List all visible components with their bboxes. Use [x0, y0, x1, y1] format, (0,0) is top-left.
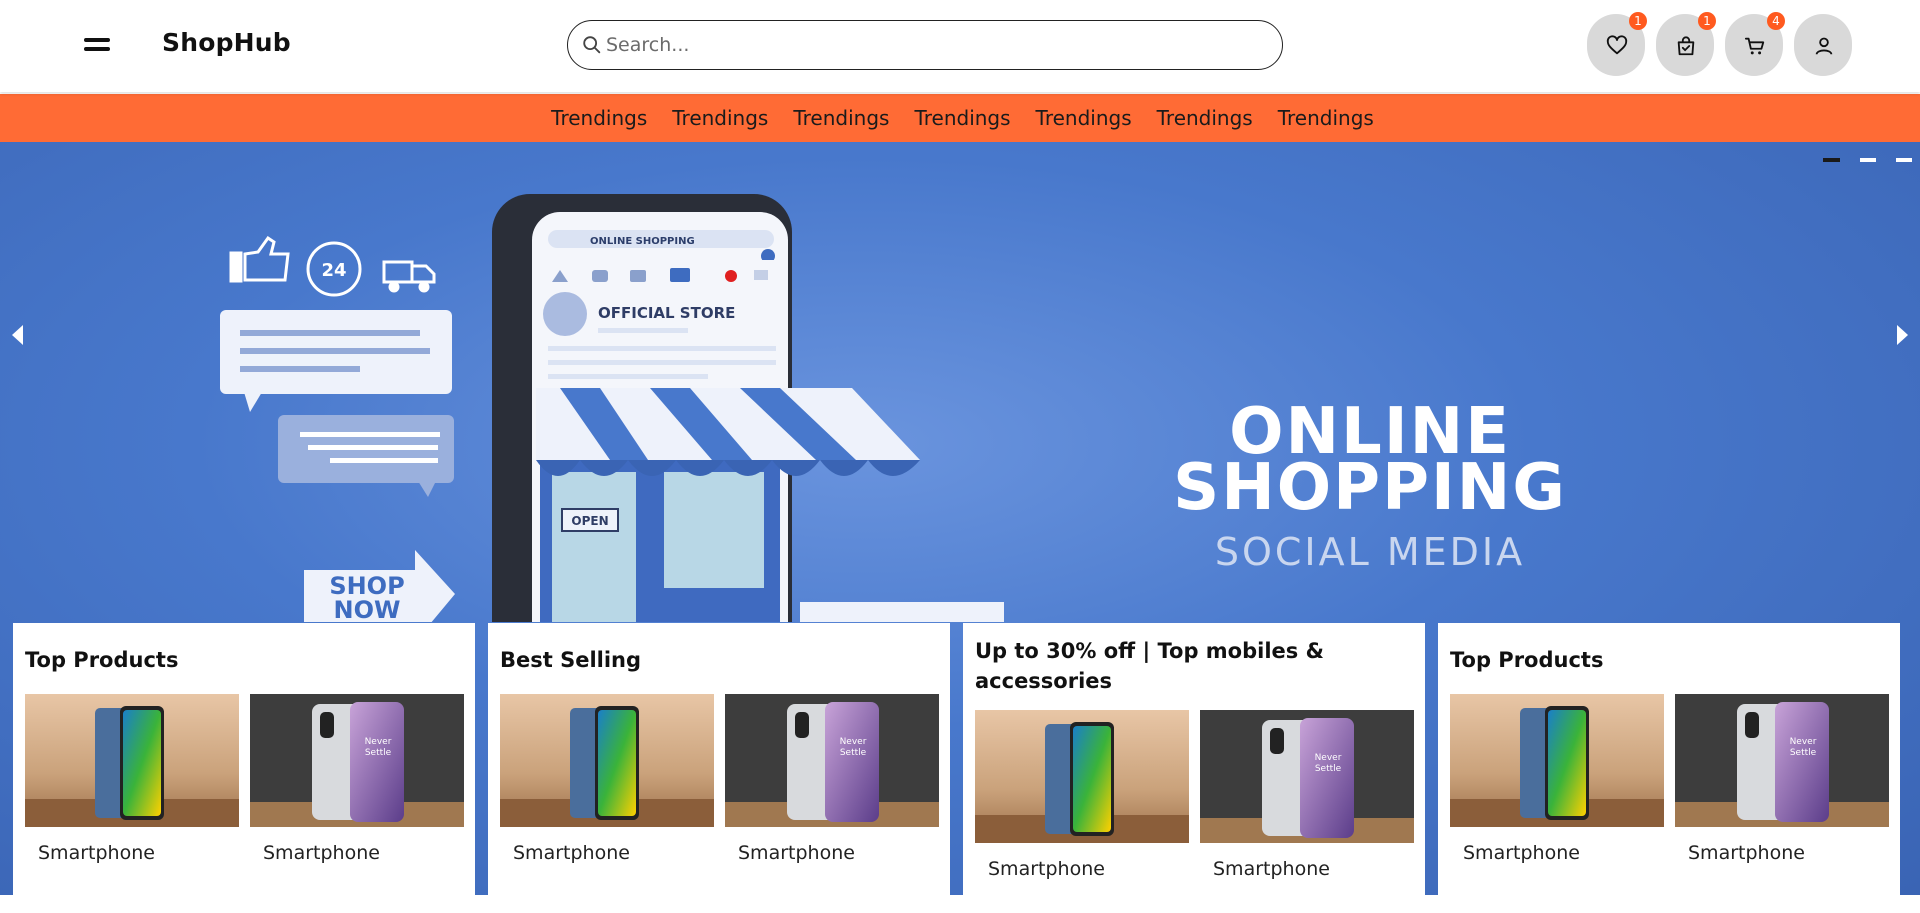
product-name[interactable]: Smartphone — [250, 842, 464, 864]
card-title: Best Selling — [500, 648, 642, 672]
product-image[interactable]: Never Settle — [1200, 710, 1414, 843]
product-name[interactable]: Smartphone — [25, 842, 239, 864]
card-title: Top Products — [1450, 648, 1604, 672]
search-bar[interactable] — [567, 20, 1283, 70]
chat-bubble-large — [220, 310, 452, 412]
header: ShopHub 1 1 4 — [0, 0, 1920, 92]
product-image[interactable] — [25, 694, 239, 827]
product-name[interactable]: Smartphone — [975, 858, 1189, 880]
shop-now-line2: NOW — [334, 596, 401, 622]
product-image[interactable] — [975, 710, 1189, 843]
nav-item-trendings[interactable]: Trendings — [672, 106, 768, 130]
product-card-discount-mobiles: Up to 30% off | Top mobiles & accessorie… — [963, 623, 1425, 913]
product-item[interactable]: Never Settle Smartphone — [1675, 694, 1889, 864]
account-button[interactable] — [1794, 14, 1852, 76]
product-name[interactable]: Smartphone — [1675, 842, 1889, 864]
svg-text:Never: Never — [840, 737, 867, 747]
category-nav: Trendings Trendings Trendings Trendings … — [0, 94, 1920, 142]
phone-illustration: ONLINE SHOPPING OFFICIAL STORE OPEN — [492, 194, 1004, 622]
orders-count-badge: 1 — [1698, 12, 1716, 30]
product-item[interactable]: Never Settle Smartphone — [250, 694, 464, 864]
user-icon — [1815, 37, 1833, 55]
svg-text:Settle: Settle — [840, 748, 867, 758]
product-image[interactable]: Never Settle — [250, 694, 464, 827]
svg-text:Never: Never — [365, 737, 392, 747]
shop-now-sign[interactable]: SHOP NOW — [304, 550, 455, 622]
cart-button[interactable]: 4 — [1725, 12, 1785, 76]
svg-text:Never: Never — [1315, 753, 1342, 763]
nav-item-trendings[interactable]: Trendings — [793, 106, 889, 130]
delivery-truck-icon — [382, 260, 436, 293]
product-item[interactable]: Smartphone — [1450, 694, 1664, 864]
card-title: Top Products — [25, 648, 179, 672]
nav-item-trendings[interactable]: Trendings — [551, 106, 647, 130]
product-card-top-products-2: Top Products Smartphone Never Settle Sma… — [1438, 623, 1900, 913]
brand-logo[interactable]: ShopHub — [162, 28, 291, 57]
hero-title-line2: SHOPPING — [1173, 451, 1567, 525]
thumbs-up-icon — [229, 235, 290, 283]
product-name[interactable]: Smartphone — [500, 842, 714, 864]
hero-24-label: 24 — [321, 260, 346, 281]
chat-bubble-small — [278, 415, 454, 497]
search-icon — [583, 36, 601, 54]
nav-item-trendings[interactable]: Trendings — [1157, 106, 1253, 130]
product-item[interactable]: Smartphone — [975, 710, 1189, 880]
bag-check-icon — [1677, 36, 1695, 56]
product-image[interactable]: Never Settle — [1675, 694, 1889, 827]
product-image[interactable] — [500, 694, 714, 827]
nav-item-trendings[interactable]: Trendings — [1036, 106, 1132, 130]
carousel-indicator-1[interactable] — [1823, 158, 1840, 162]
24-hours-icon: 24 — [306, 241, 362, 297]
hero-subtitle: SOCIAL MEDIA — [1214, 530, 1526, 574]
cart-count-badge: 4 — [1767, 12, 1785, 30]
svg-text:Settle: Settle — [1315, 764, 1342, 774]
product-name[interactable]: Smartphone — [725, 842, 939, 864]
product-item[interactable]: Smartphone — [25, 694, 239, 864]
cart-icon — [1744, 37, 1765, 55]
heart-icon — [1606, 35, 1628, 55]
wishlist-count-badge: 1 — [1629, 12, 1647, 30]
carousel-indicator-3[interactable] — [1896, 158, 1912, 162]
phone-search-text: ONLINE SHOPPING — [590, 236, 695, 247]
product-item[interactable]: Never Settle Smartphone — [725, 694, 939, 864]
hero-title: ONLINE SHOPPING — [1140, 400, 1600, 525]
orders-button[interactable]: 1 — [1656, 12, 1716, 76]
open-sign-label: OPEN — [571, 514, 608, 528]
svg-text:Never: Never — [1790, 737, 1817, 747]
nav-item-trendings[interactable]: Trendings — [914, 106, 1010, 130]
svg-text:Settle: Settle — [365, 748, 392, 758]
product-image[interactable] — [1450, 694, 1664, 827]
product-name[interactable]: Smartphone — [1450, 842, 1664, 864]
carousel-indicator-2[interactable] — [1860, 158, 1876, 162]
product-card-top-products: Top Products Smartphone Never Settle Sma… — [13, 623, 475, 913]
search-input[interactable] — [606, 27, 1266, 63]
card-title: Up to 30% off | Top mobiles & accessorie… — [975, 639, 1324, 693]
product-name[interactable]: Smartphone — [1200, 858, 1414, 880]
hamburger-icon[interactable] — [84, 35, 110, 53]
product-item[interactable]: Never Settle Smartphone — [1200, 710, 1414, 880]
carousel-next-arrow-icon[interactable] — [1897, 325, 1908, 345]
svg-text:Settle: Settle — [1790, 748, 1817, 758]
product-card-best-selling: Best Selling Smartphone Never Settle Sma… — [488, 623, 950, 913]
product-image[interactable]: Never Settle — [725, 694, 939, 827]
hero-illustration: 24 SHOP NOW ONLINE SHOPPING OFFICIAL STO… — [220, 194, 1004, 622]
official-store-label: OFFICIAL STORE — [598, 304, 735, 322]
wishlist-button[interactable]: 1 — [1587, 12, 1647, 76]
nav-item-trendings[interactable]: Trendings — [1278, 106, 1374, 130]
product-item[interactable]: Smartphone — [500, 694, 714, 864]
